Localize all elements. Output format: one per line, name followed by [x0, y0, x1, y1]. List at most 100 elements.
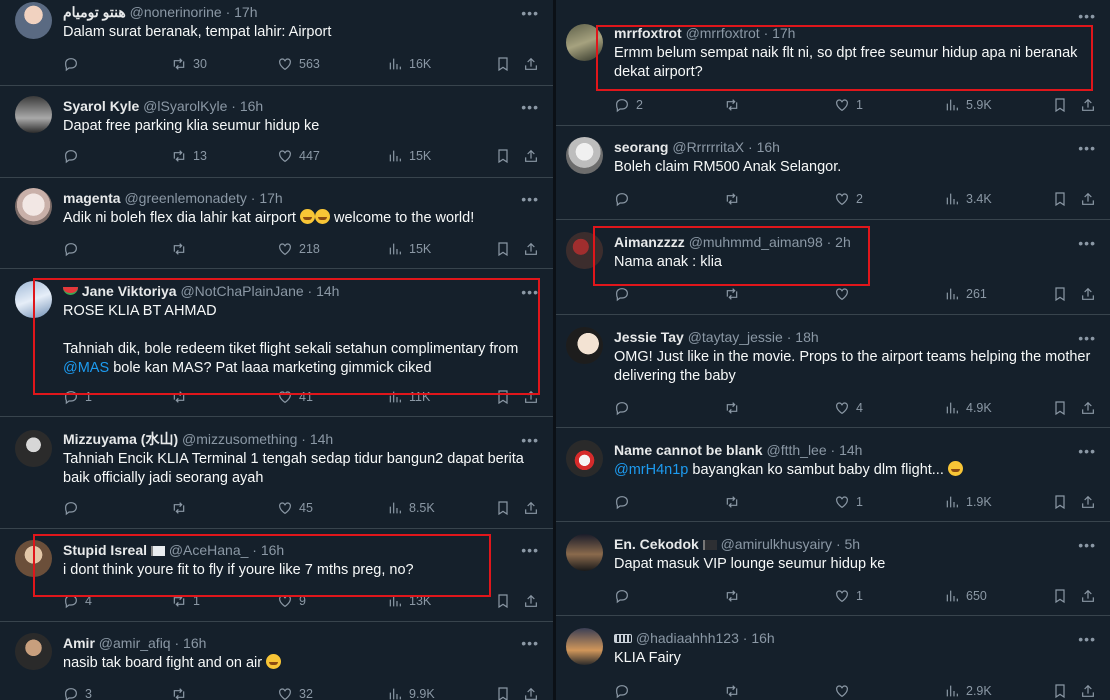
author-handle[interactable]: @greenlemonadety [124, 190, 246, 206]
like-button[interactable]: 4 [834, 399, 863, 417]
author-handle[interactable]: @amir_afiq [99, 635, 171, 651]
tweet[interactable]: Syarol Kyle @lSyarolKyle · 16h Dapat fre… [0, 86, 553, 178]
reply-button[interactable] [614, 587, 636, 605]
like-button[interactable]: 1 [834, 493, 863, 511]
share-button[interactable] [1080, 285, 1096, 303]
avatar[interactable] [15, 188, 52, 225]
tweet[interactable]: Jessie Tay @taytay_jessie · 18h OMG! Jus… [556, 315, 1110, 428]
reply-button[interactable]: 3 [63, 685, 92, 700]
share-button[interactable] [1080, 399, 1096, 417]
author-handle[interactable]: @mizzusomething [182, 431, 297, 447]
timestamp[interactable]: · 17h [226, 4, 258, 20]
avatar[interactable] [566, 137, 603, 174]
views-button[interactable]: 5.9K [944, 96, 992, 114]
bookmark-button[interactable] [495, 685, 511, 700]
author-handle[interactable]: @hadiaahhh123 [636, 630, 739, 646]
views-button[interactable]: 9.9K [387, 685, 435, 700]
retweet-button[interactable] [171, 240, 193, 258]
more-icon[interactable]: ••• [521, 636, 539, 650]
timestamp[interactable]: · 5h [836, 536, 860, 552]
timestamp[interactable]: · 16h [743, 630, 775, 646]
share-button[interactable] [1080, 493, 1096, 511]
retweet-button[interactable] [724, 682, 746, 700]
more-icon[interactable]: ••• [1078, 632, 1096, 646]
like-button[interactable]: 563 [277, 55, 320, 73]
author-name[interactable]: En. Cekodok [614, 536, 699, 552]
bookmark-button[interactable] [1052, 682, 1068, 700]
author-name[interactable]: Amir [63, 635, 95, 651]
avatar[interactable] [566, 534, 603, 571]
share-button[interactable] [523, 499, 539, 517]
author-name[interactable]: Syarol Kyle [63, 98, 139, 114]
share-button[interactable] [523, 685, 539, 700]
tweet[interactable]: هنتو توميام @nonerinorine · 17h Dalam su… [0, 0, 553, 86]
timestamp[interactable]: · 14h [301, 431, 333, 447]
share-button[interactable] [523, 147, 539, 165]
more-icon[interactable]: ••• [1078, 9, 1096, 23]
retweet-button[interactable] [171, 499, 193, 517]
views-button[interactable]: 1.9K [944, 493, 992, 511]
bookmark-button[interactable] [495, 55, 511, 73]
reply-button[interactable] [614, 190, 636, 208]
bookmark-button[interactable] [495, 240, 511, 258]
reply-button[interactable] [614, 493, 636, 511]
mention-link[interactable]: @mrH4n1p [614, 462, 688, 478]
retweet-button[interactable] [724, 190, 746, 208]
like-button[interactable] [834, 682, 856, 700]
author-handle[interactable]: @lSyarolKyle [143, 98, 227, 114]
retweet-button[interactable] [724, 493, 746, 511]
share-button[interactable] [1080, 587, 1096, 605]
views-button[interactable]: 15K [387, 147, 431, 165]
author-name[interactable]: Name cannot be blank [614, 442, 763, 458]
more-icon[interactable]: ••• [521, 6, 539, 20]
reply-button[interactable]: 2 [614, 96, 643, 114]
like-button[interactable]: 218 [277, 240, 320, 258]
more-icon[interactable]: ••• [1078, 141, 1096, 155]
timestamp[interactable]: · 18h [787, 329, 819, 345]
reply-button[interactable] [614, 682, 636, 700]
views-button[interactable]: 8.5K [387, 499, 435, 517]
tweet[interactable]: seorang @RrrrrritaX · 16h Boleh claim RM… [556, 126, 1110, 220]
timestamp[interactable]: · 17h [251, 190, 283, 206]
share-button[interactable] [1080, 682, 1096, 700]
timestamp[interactable]: · 14h [831, 442, 863, 458]
timestamp[interactable]: · 16h [174, 635, 206, 651]
retweet-button[interactable] [171, 685, 193, 700]
avatar[interactable] [15, 430, 52, 467]
avatar[interactable] [15, 2, 52, 39]
share-button[interactable] [1080, 190, 1096, 208]
like-button[interactable]: 32 [277, 685, 313, 700]
author-name[interactable]: magenta [63, 190, 121, 206]
like-button[interactable]: 447 [277, 147, 320, 165]
avatar[interactable] [566, 628, 603, 665]
timestamp[interactable]: · 16h [231, 98, 263, 114]
bookmark-button[interactable] [1052, 190, 1068, 208]
views-button[interactable]: 16K [387, 55, 431, 73]
author-handle[interactable]: @amirulkhusyairy [721, 536, 832, 552]
retweet-button[interactable]: 13 [171, 147, 207, 165]
more-icon[interactable]: ••• [1078, 444, 1096, 458]
reply-button[interactable] [63, 499, 85, 517]
author-name[interactable]: Mizzuyama (水山) [63, 431, 178, 447]
more-icon[interactable]: ••• [1078, 538, 1096, 552]
retweet-button[interactable] [724, 399, 746, 417]
views-button[interactable]: 2.9K [944, 682, 992, 700]
reply-button[interactable] [63, 55, 85, 73]
tweet[interactable]: Amir @amir_afiq · 16h nasib tak board fi… [0, 622, 553, 700]
author-name[interactable]: seorang [614, 139, 668, 155]
more-icon[interactable]: ••• [1078, 236, 1096, 250]
share-button[interactable] [1080, 96, 1096, 114]
avatar[interactable] [15, 633, 52, 670]
more-icon[interactable]: ••• [521, 543, 539, 557]
bookmark-button[interactable] [1052, 96, 1068, 114]
tweet[interactable]: Name cannot be blank @ftth_lee · 14h @mr… [556, 428, 1110, 522]
more-icon[interactable]: ••• [1078, 331, 1096, 345]
tweet[interactable]: Mizzuyama (水山) @mizzusomething · 14h Tah… [0, 417, 553, 529]
like-button[interactable]: 1 [834, 96, 863, 114]
author-handle[interactable]: @ftth_lee [766, 442, 826, 458]
tweet[interactable]: En. Cekodok @amirulkhusyairy · 5h Dapat … [556, 522, 1110, 616]
bookmark-button[interactable] [1052, 399, 1068, 417]
reply-button[interactable] [63, 240, 85, 258]
share-button[interactable] [523, 240, 539, 258]
bookmark-button[interactable] [495, 499, 511, 517]
